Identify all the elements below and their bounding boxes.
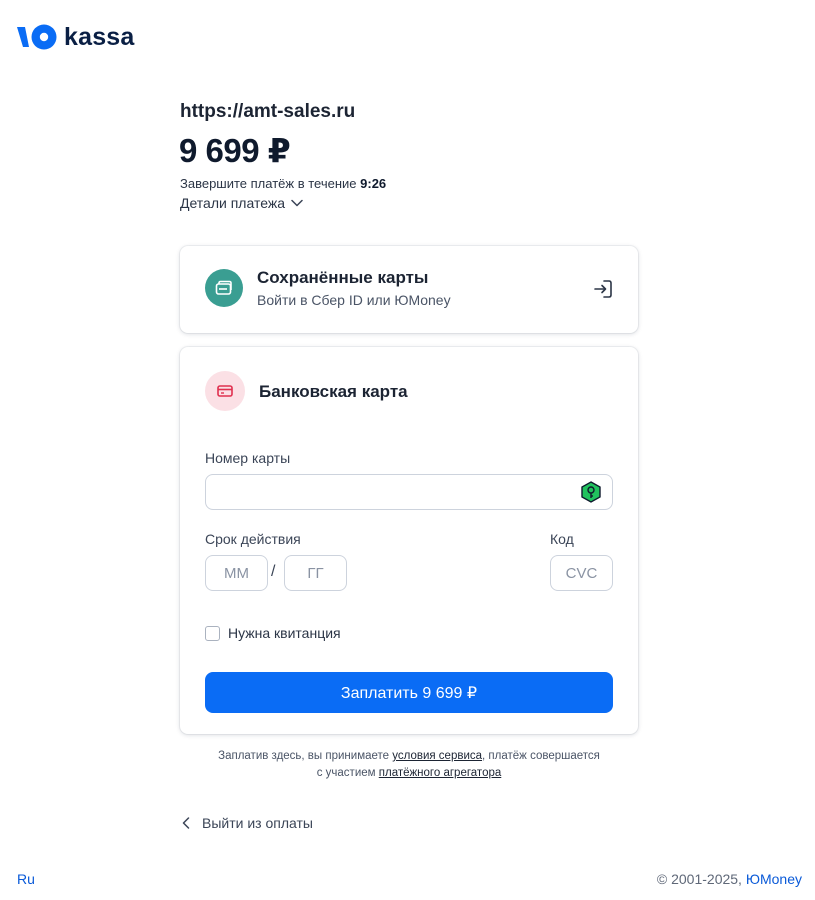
copyright-text: © 2001-2025, [656, 871, 746, 887]
expiry-label: Срок действия [205, 531, 301, 547]
payment-aggregator-link[interactable]: платёжного агрегатора [379, 767, 502, 779]
bank-card-icon-circle [205, 371, 245, 411]
saved-cards-option[interactable]: Сохранённые карты Войти в Сбер ID или ЮM… [180, 246, 638, 333]
bank-card-form: Банковская карта Номер карты Срок действ… [180, 347, 638, 734]
expiry-year-input[interactable] [284, 555, 347, 591]
wallet-icon [215, 280, 232, 295]
cvc-label: Код [550, 531, 574, 547]
exit-payment-link[interactable]: Выйти из оплаты [182, 815, 313, 831]
legal-text-1: Заплатив здесь, вы принимаете [218, 750, 393, 762]
saved-cards-icon-circle [205, 269, 243, 307]
credit-card-icon [217, 385, 233, 397]
timer-value: 9:26 [360, 176, 387, 191]
pay-button[interactable]: Заплатить 9 699 ₽ [205, 672, 613, 713]
terms-of-service-link[interactable]: условия сервиса [392, 750, 482, 762]
bank-card-title: Банковская карта [259, 382, 408, 401]
payment-details-toggle[interactable]: Детали платежа [180, 195, 303, 211]
login-icon[interactable] [592, 278, 614, 300]
chevron-down-icon [291, 199, 303, 207]
exit-payment-label: Выйти из оплаты [202, 815, 313, 831]
yoomoney-logo-icon [17, 24, 57, 50]
saved-cards-subtitle: Войти в Сбер ID или ЮMoney [257, 292, 451, 308]
saved-cards-title: Сохранённые карты [257, 268, 429, 287]
chevron-left-icon [182, 817, 190, 829]
expiry-month-input[interactable] [205, 555, 268, 591]
kassa-logo: kassa [16, 24, 135, 50]
merchant-url: https://amt-sales.ru [180, 101, 356, 122]
logo-text: kassa [64, 23, 135, 51]
timer-prefix: Завершите платёж в течение [180, 176, 357, 191]
payment-amount: 9 699 ₽ [179, 132, 291, 169]
copyright: © 2001-2025, ЮMoney [657, 871, 802, 887]
yoomoney-link[interactable]: ЮMoney [746, 871, 802, 887]
expiry-separator: / [271, 563, 276, 580]
receipt-checkbox[interactable] [205, 625, 220, 641]
receipt-checkbox-row[interactable]: Нужна квитанция [205, 625, 341, 641]
cvc-input[interactable] [550, 555, 613, 591]
legal-text-3: с участием [316, 767, 379, 779]
legal-notice: Заплатив здесь, вы принимаете условия се… [180, 748, 638, 782]
payment-details-label: Детали платежа [180, 195, 285, 211]
card-number-input[interactable] [205, 474, 613, 510]
legal-text-2: , платёж совершается [482, 750, 600, 762]
card-number-label: Номер карты [205, 450, 291, 466]
language-switcher[interactable]: Ru [17, 871, 35, 887]
payment-timer: Завершите платёж в течение 9:26 [180, 176, 386, 191]
receipt-label: Нужна квитанция [228, 625, 341, 641]
sber-id-key-icon[interactable] [580, 481, 602, 503]
